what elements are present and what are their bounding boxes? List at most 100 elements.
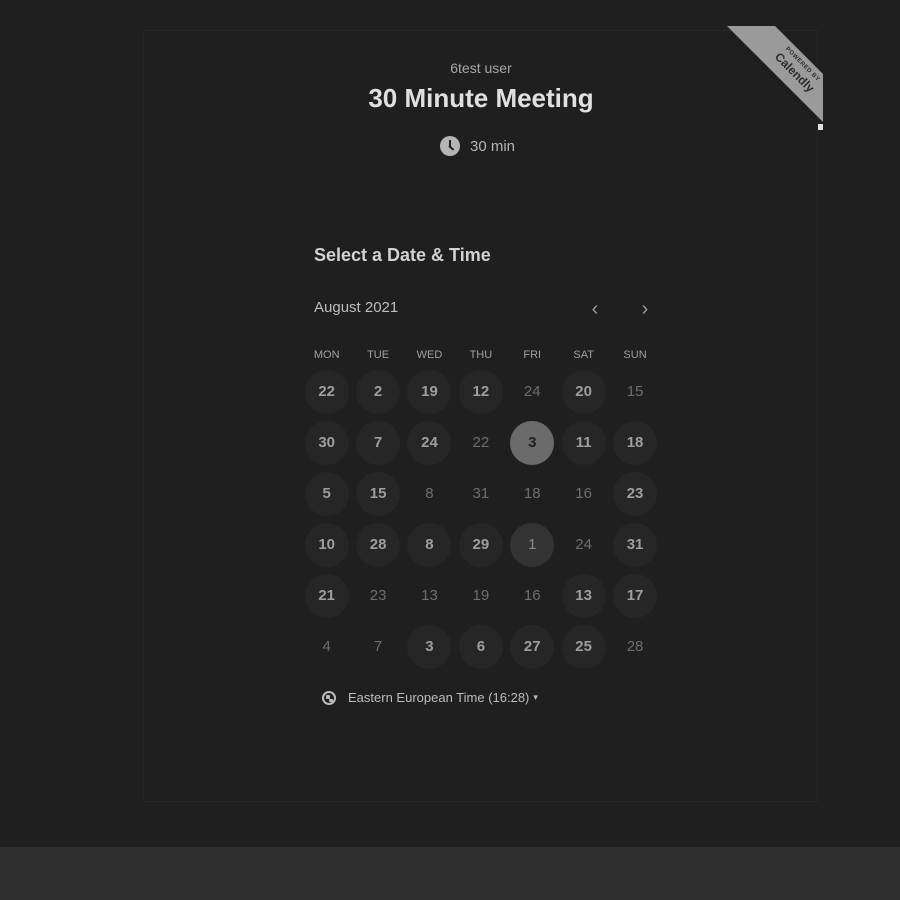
day-unavailable: 22 <box>472 434 490 451</box>
day-cell: 24 <box>507 366 558 417</box>
day-available[interactable]: 12 <box>458 369 503 414</box>
day-cell: 8 <box>404 468 455 519</box>
day-unavailable: 24 <box>523 383 541 400</box>
day-cell: 5 <box>301 468 352 519</box>
day-available[interactable]: 20 <box>561 369 606 414</box>
day-cell: 28 <box>609 621 660 672</box>
day-cell: 29 <box>455 519 506 570</box>
weekday-header: MON TUE WED THU FRI SAT SUN <box>301 349 665 361</box>
month-label: August 2021 <box>314 299 399 316</box>
day-unavailable: 24 <box>575 536 592 553</box>
day-unavailable: 28 <box>626 638 644 655</box>
select-date-heading: Select a Date & Time <box>314 245 491 265</box>
day-unavailable: 18 <box>523 485 541 502</box>
previous-month-button[interactable]: ‹ <box>582 296 608 322</box>
day-available[interactable]: 23 <box>613 471 658 516</box>
day-available[interactable]: 5 <box>304 471 349 516</box>
weekday-label: THU <box>469 349 493 361</box>
day-unavailable: 8 <box>425 485 434 502</box>
day-available[interactable]: 17 <box>613 573 658 618</box>
timezone-label: Eastern European Time (16:28) <box>348 690 530 705</box>
day-available[interactable]: 24 <box>407 420 452 465</box>
day-cell: 4 <box>301 621 352 672</box>
day-cell: 3 <box>404 621 455 672</box>
day-available[interactable]: 11 <box>561 420 606 465</box>
day-unavailable: 23 <box>369 587 387 604</box>
day-available[interactable]: 22 <box>304 369 349 414</box>
day-cell: 16 <box>507 570 558 621</box>
day-cell: 13 <box>558 570 609 621</box>
weekday-label: FRI <box>523 349 542 361</box>
day-cell: 1 <box>507 519 558 570</box>
day-available[interactable]: 28 <box>356 522 401 567</box>
day-cell: 10 <box>301 519 352 570</box>
day-cell: 13 <box>404 570 455 621</box>
badge-fold <box>818 124 823 130</box>
duration-label: 30 min <box>470 137 516 155</box>
day-cell: 27 <box>507 621 558 672</box>
day-cell: 7 <box>352 621 403 672</box>
clock-icon <box>440 136 460 156</box>
chevron-left-icon: ‹ <box>591 297 599 320</box>
weekday-label: SUN <box>623 349 647 361</box>
day-available[interactable]: 7 <box>356 420 401 465</box>
day-cell: 6 <box>455 621 506 672</box>
day-cell: 18 <box>609 417 660 468</box>
day-unavailable: 15 <box>626 383 644 400</box>
day-available[interactable]: 15 <box>356 471 401 516</box>
day-cell: 7 <box>352 417 403 468</box>
day-available[interactable]: 18 <box>613 420 658 465</box>
day-cell: 23 <box>609 468 660 519</box>
day-available[interactable]: 2 <box>356 369 401 414</box>
day-available[interactable]: 21 <box>304 573 349 618</box>
day-cell: 22 <box>455 417 506 468</box>
event-duration: 30 min <box>440 136 515 156</box>
day-cell: 17 <box>609 570 660 621</box>
day-unavailable: 16 <box>523 587 541 604</box>
day-cell: 3 <box>507 417 558 468</box>
day-available[interactable]: 3 <box>407 624 452 669</box>
day-available[interactable]: 19 <box>407 369 452 414</box>
next-month-button[interactable]: › <box>632 296 658 322</box>
day-cell: 24 <box>404 417 455 468</box>
day-available[interactable]: 13 <box>561 573 606 618</box>
caret-down-icon: ▾ <box>533 692 538 702</box>
day-unavailable: 31 <box>472 485 490 502</box>
day-cell: 21 <box>301 570 352 621</box>
day-cell: 20 <box>558 366 609 417</box>
weekday-label: MON <box>313 349 340 361</box>
day-cell: 19 <box>455 570 506 621</box>
powered-by-calendly-badge[interactable]: POWERED BY Calendly <box>719 26 823 130</box>
day-cell: 31 <box>609 519 660 570</box>
weekday-label: WED <box>416 349 443 361</box>
day-available[interactable]: 6 <box>458 624 503 669</box>
day-available[interactable]: 10 <box>304 522 349 567</box>
day-unavailable: 13 <box>421 587 438 604</box>
day-unavailable: 4 <box>322 638 331 655</box>
chevron-right-icon: › <box>641 297 649 320</box>
bottom-bar <box>0 847 900 900</box>
day-cell: 30 <box>301 417 352 468</box>
day-available[interactable]: 1 <box>510 522 555 567</box>
day-cell: 8 <box>404 519 455 570</box>
day-unavailable: 7 <box>373 638 383 655</box>
day-cell: 12 <box>455 366 506 417</box>
day-available[interactable]: 29 <box>458 522 503 567</box>
event-title: 30 Minute Meeting <box>368 83 594 113</box>
day-cell: 31 <box>455 468 506 519</box>
day-available[interactable]: 25 <box>561 624 606 669</box>
day-available[interactable]: 31 <box>613 522 658 567</box>
day-available[interactable]: 30 <box>304 420 349 465</box>
timezone-selector[interactable]: Eastern European Time (16:28) ▾ <box>322 690 538 705</box>
host-name: 6test user <box>450 60 512 76</box>
day-cell: 2 <box>352 366 403 417</box>
day-cell: 15 <box>352 468 403 519</box>
day-cell: 23 <box>352 570 403 621</box>
day-available[interactable]: 8 <box>407 522 452 567</box>
weekday-label: SAT <box>573 349 594 361</box>
day-cell: 28 <box>352 519 403 570</box>
day-available[interactable]: 27 <box>510 624 555 669</box>
day-selected[interactable]: 3 <box>510 420 555 465</box>
day-cell: 19 <box>404 366 455 417</box>
day-cell: 16 <box>558 468 609 519</box>
